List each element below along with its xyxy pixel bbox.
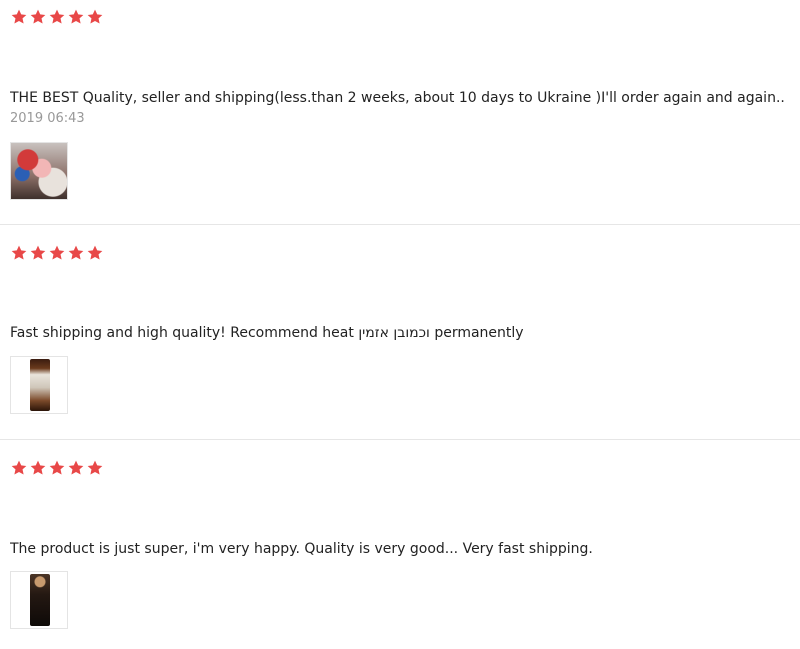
star-rating xyxy=(10,8,104,26)
review-photo xyxy=(11,143,67,199)
review-photo-thumbnail[interactable] xyxy=(10,356,68,414)
star-icon xyxy=(10,459,28,477)
star-icon xyxy=(29,8,47,26)
review-item: THE BEST Quality, seller and shipping(le… xyxy=(0,0,800,224)
star-icon xyxy=(86,459,104,477)
star-icon xyxy=(48,244,66,262)
review-item: Fast shipping and high quality! Recommen… xyxy=(0,225,800,439)
star-icon xyxy=(48,8,66,26)
review-item: The product is just super, i'm very happ… xyxy=(0,440,800,649)
star-icon xyxy=(86,244,104,262)
star-rating xyxy=(10,244,104,262)
star-icon xyxy=(29,459,47,477)
star-icon xyxy=(29,244,47,262)
review-photo-thumbnail[interactable] xyxy=(10,571,68,629)
star-icon xyxy=(67,459,85,477)
star-icon xyxy=(86,8,104,26)
review-photo-thumbnail[interactable] xyxy=(10,142,68,200)
review-text: Fast shipping and high quality! Recommen… xyxy=(10,325,524,341)
star-icon xyxy=(48,459,66,477)
review-text: The product is just super, i'm very happ… xyxy=(10,541,593,557)
star-rating xyxy=(10,459,104,477)
star-icon xyxy=(67,8,85,26)
star-icon xyxy=(10,244,28,262)
star-icon xyxy=(10,8,28,26)
star-icon xyxy=(67,244,85,262)
review-photo xyxy=(30,359,50,411)
review-text: THE BEST Quality, seller and shipping(le… xyxy=(10,90,785,106)
review-photo xyxy=(30,574,50,626)
review-date: 2019 06:43 xyxy=(10,111,85,126)
